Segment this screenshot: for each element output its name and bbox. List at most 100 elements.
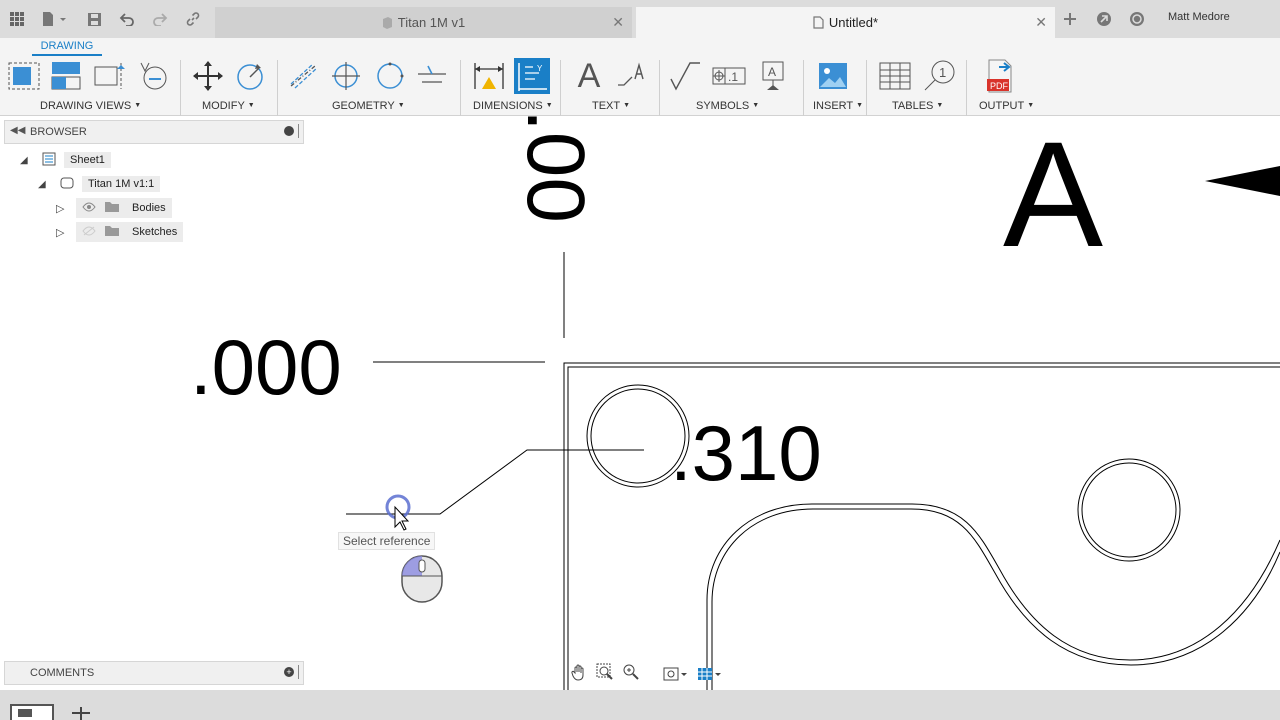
text-tool[interactable]: A [571,58,607,94]
new-tab-icon[interactable] [1059,8,1081,30]
detail-view-tool[interactable] [134,58,170,94]
redo-icon[interactable] [149,8,171,30]
chevron-down-icon: ▼ [247,102,255,109]
section-view-tool[interactable] [92,58,128,94]
minimize-panel-icon[interactable] [284,126,294,136]
symbols-menu[interactable]: SYMBOLS ▼ [696,100,759,112]
separator [180,60,181,116]
folder-icon [104,225,120,240]
chevron-down-icon: ▼ [545,102,553,109]
clock-icon[interactable] [1126,8,1148,30]
base-view-tool[interactable] [6,58,42,94]
browser-item-bodies[interactable]: ▷ Bodies [56,198,172,218]
surface-texture-tool[interactable] [667,58,703,94]
move-tool[interactable] [190,58,226,94]
projected-view-tool[interactable] [48,58,84,94]
eye-hidden-icon[interactable] [82,226,96,239]
rotate-tool[interactable] [232,58,268,94]
separator [277,60,278,116]
pdf-output-tool[interactable]: PDF [982,58,1018,94]
display-settings-icon[interactable] [662,665,688,683]
table-tool[interactable] [877,58,913,94]
collapse-panel-icon[interactable]: ◀◀ [10,125,25,136]
balloon-tool[interactable]: 1 [921,58,957,94]
tables-menu[interactable]: TABLES ▼ [892,100,943,112]
datum-identifier-tool[interactable]: A [755,58,791,94]
ribbon-toolbar: DRAWING Y A .1 A 1 PDF DRAWING VIEWS ▼ M… [0,38,1280,116]
panel-resize-handle[interactable] [298,124,299,138]
component-icon [60,176,74,193]
browser-item-label: Titan 1M v1:1 [82,176,161,192]
browser-item-label: Sheet1 [64,152,111,168]
centerline-tool[interactable] [285,58,321,94]
browser-item-titan-view[interactable]: ◢ Titan 1M v1:1 [38,174,161,194]
eye-icon[interactable] [82,202,96,215]
svg-text:.1: .1 [728,70,738,84]
workspace-tab-drawing[interactable]: DRAWING [32,38,102,56]
modify-menu[interactable]: MODIFY ▼ [202,100,255,112]
browser-item-sheet1[interactable]: ◢ Sheet1 [20,150,111,170]
geometry-menu[interactable]: GEOMETRY ▼ [332,100,405,112]
center-mark-pattern-tool[interactable] [372,58,408,94]
tab-titan-1m[interactable]: Titan 1M v1 ✕ [215,7,632,38]
insert-image-tool[interactable] [815,58,851,94]
zoom-window-icon[interactable] [596,663,614,686]
folder-icon [104,201,120,216]
add-sheet-icon[interactable] [70,706,92,720]
section-label[interactable]: A [1003,108,1103,281]
zoom-icon[interactable] [622,663,640,686]
edge-extension-tool[interactable] [414,58,450,94]
add-comment-icon[interactable]: + [284,667,294,677]
undo-icon[interactable] [116,8,138,30]
tab-label: Titan 1M v1 [397,15,466,30]
separator [966,60,967,116]
file-icon[interactable] [38,8,70,30]
comments-panel: COMMENTS + [4,661,304,685]
browser-item-sketches[interactable]: ▷ Sketches [56,222,184,242]
group-label: DRAWING VIEWS [40,100,132,112]
group-label: TABLES [892,100,934,112]
chevron-down-icon: ▼ [623,102,631,109]
section-arrow [1205,166,1280,196]
center-mark-tool[interactable] [328,58,364,94]
user-name[interactable]: Matt Medore [1168,11,1230,23]
tab-label: Untitled* [828,15,879,30]
extensions-icon[interactable] [1093,8,1115,30]
separator [460,60,461,116]
expand-triangle-icon[interactable]: ▷ [56,202,68,215]
app-grid-icon[interactable] [6,8,28,30]
new-sheet-icon[interactable] [10,704,54,720]
link-icon[interactable] [182,8,204,30]
panel-resize-handle[interactable] [298,665,299,679]
expand-triangle-icon[interactable]: ◢ [20,155,32,166]
dimension-text-vertical[interactable]: .00 [508,109,602,223]
insert-menu[interactable]: INSERT ▼ [813,100,863,112]
dimension-text-hole[interactable]: .310 [670,408,822,499]
tooltip: Select reference [338,532,436,550]
save-icon[interactable] [83,8,105,30]
grid-settings-icon[interactable] [696,665,722,683]
hole-outline [1081,462,1177,558]
title-bar: Titan 1M v1 ✕ Untitled* ✕ Matt Medore [0,0,1280,38]
dimension-tool[interactable] [471,58,507,94]
close-icon[interactable]: ✕ [1035,14,1047,31]
feature-control-frame-tool[interactable]: .1 [711,58,747,94]
comments-title: COMMENTS [30,667,95,679]
leader-tool[interactable] [614,58,650,94]
dimension-text-left[interactable]: .000 [190,322,342,413]
drawing-views-menu[interactable]: DRAWING VIEWS ▼ [40,100,141,112]
pointer-cursor [394,505,410,531]
ordinate-dimension-tool[interactable]: Y [514,58,550,94]
separator [560,60,561,116]
pan-icon[interactable] [570,663,588,686]
group-label: GEOMETRY [332,100,395,112]
text-tool-glyph: A [577,57,601,95]
drawing-canvas[interactable]: .00 .000 .310 A [0,109,1280,690]
tab-untitled[interactable]: Untitled* ✕ [636,7,1055,38]
svg-text:Y: Y [537,64,543,73]
expand-triangle-icon[interactable]: ▷ [56,226,68,239]
close-icon[interactable]: ✕ [612,14,624,31]
separator [803,60,804,116]
expand-triangle-icon[interactable]: ◢ [38,179,50,190]
svg-text:A: A [768,65,776,79]
